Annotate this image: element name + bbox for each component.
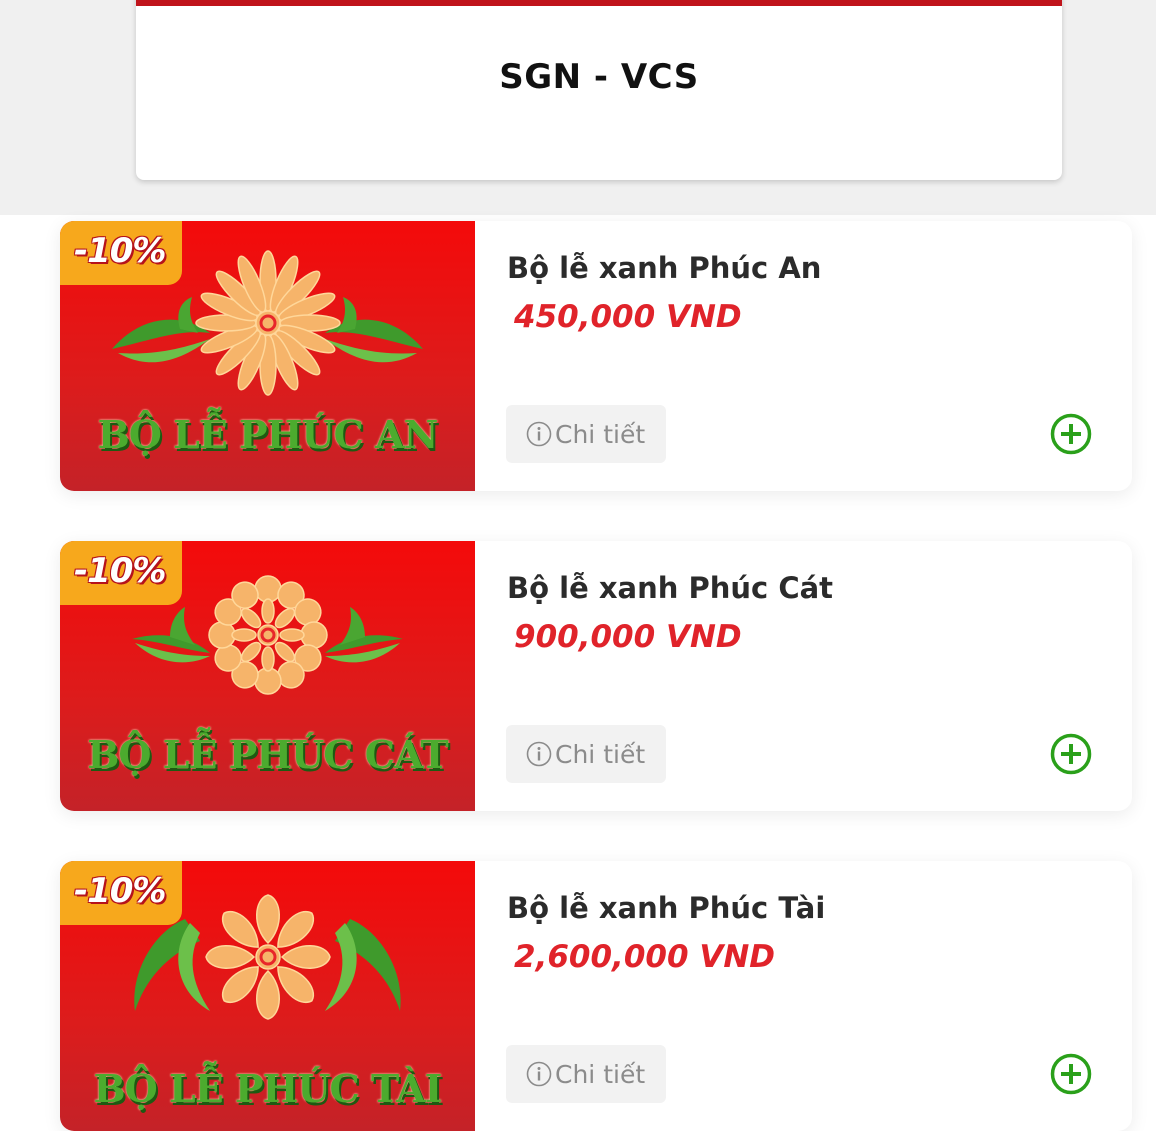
discount-badge: -10% <box>60 541 182 605</box>
product-name: Bộ lễ xanh Phúc An <box>507 251 822 285</box>
detail-button[interactable]: Chi tiết <box>506 405 666 463</box>
info-circle-icon <box>526 1061 552 1087</box>
route-card: SGN - VCS <box>136 0 1062 180</box>
image-caption: BỘ LỄ PHÚC TÀI <box>93 1066 443 1111</box>
product-image[interactable]: -10% BỘ LỄ PHÚC AN <box>60 221 475 491</box>
product-name: Bộ lễ xanh Phúc Tài <box>507 891 826 925</box>
detail-label: Chi tiết <box>555 419 646 449</box>
header-band: SGN - VCS <box>0 0 1156 215</box>
detail-label: Chi tiết <box>555 1059 646 1089</box>
plus-circle-icon[interactable] <box>1050 413 1092 455</box>
product-card[interactable]: -10% BỘ LỄ PHÚC AN Bộ lễ xanh Phúc An 45… <box>60 221 1132 491</box>
plus-circle-icon[interactable] <box>1050 1053 1092 1095</box>
discount-badge: -10% <box>60 861 182 925</box>
product-image[interactable]: -10% BỘ LỄ PHÚC CÁT <box>60 541 475 811</box>
info-circle-icon <box>526 741 552 767</box>
product-card[interactable]: -10% BỘ LỄ PHÚC CÁT Bộ lễ xanh Phúc Cát … <box>60 541 1132 811</box>
product-name: Bộ lễ xanh Phúc Cát <box>507 571 834 605</box>
discount-badge: -10% <box>60 221 182 285</box>
route-title: SGN - VCS <box>499 57 699 97</box>
product-price: 2,600,000 VND <box>514 939 776 975</box>
detail-button[interactable]: Chi tiết <box>506 725 666 783</box>
detail-button[interactable]: Chi tiết <box>506 1045 666 1103</box>
product-price: 900,000 VND <box>514 619 742 655</box>
plus-circle-icon[interactable] <box>1050 733 1092 775</box>
image-caption: BỘ LỄ PHÚC AN <box>97 412 439 457</box>
info-circle-icon <box>526 421 552 447</box>
image-caption: BỘ LỄ PHÚC CÁT <box>87 732 448 777</box>
product-card[interactable]: -10% BỘ LỄ PHÚC TÀI Bộ lễ xanh Phúc Tài … <box>60 861 1132 1131</box>
product-image[interactable]: -10% BỘ LỄ PHÚC TÀI <box>60 861 475 1131</box>
detail-label: Chi tiết <box>555 739 646 769</box>
product-price: 450,000 VND <box>514 299 742 335</box>
